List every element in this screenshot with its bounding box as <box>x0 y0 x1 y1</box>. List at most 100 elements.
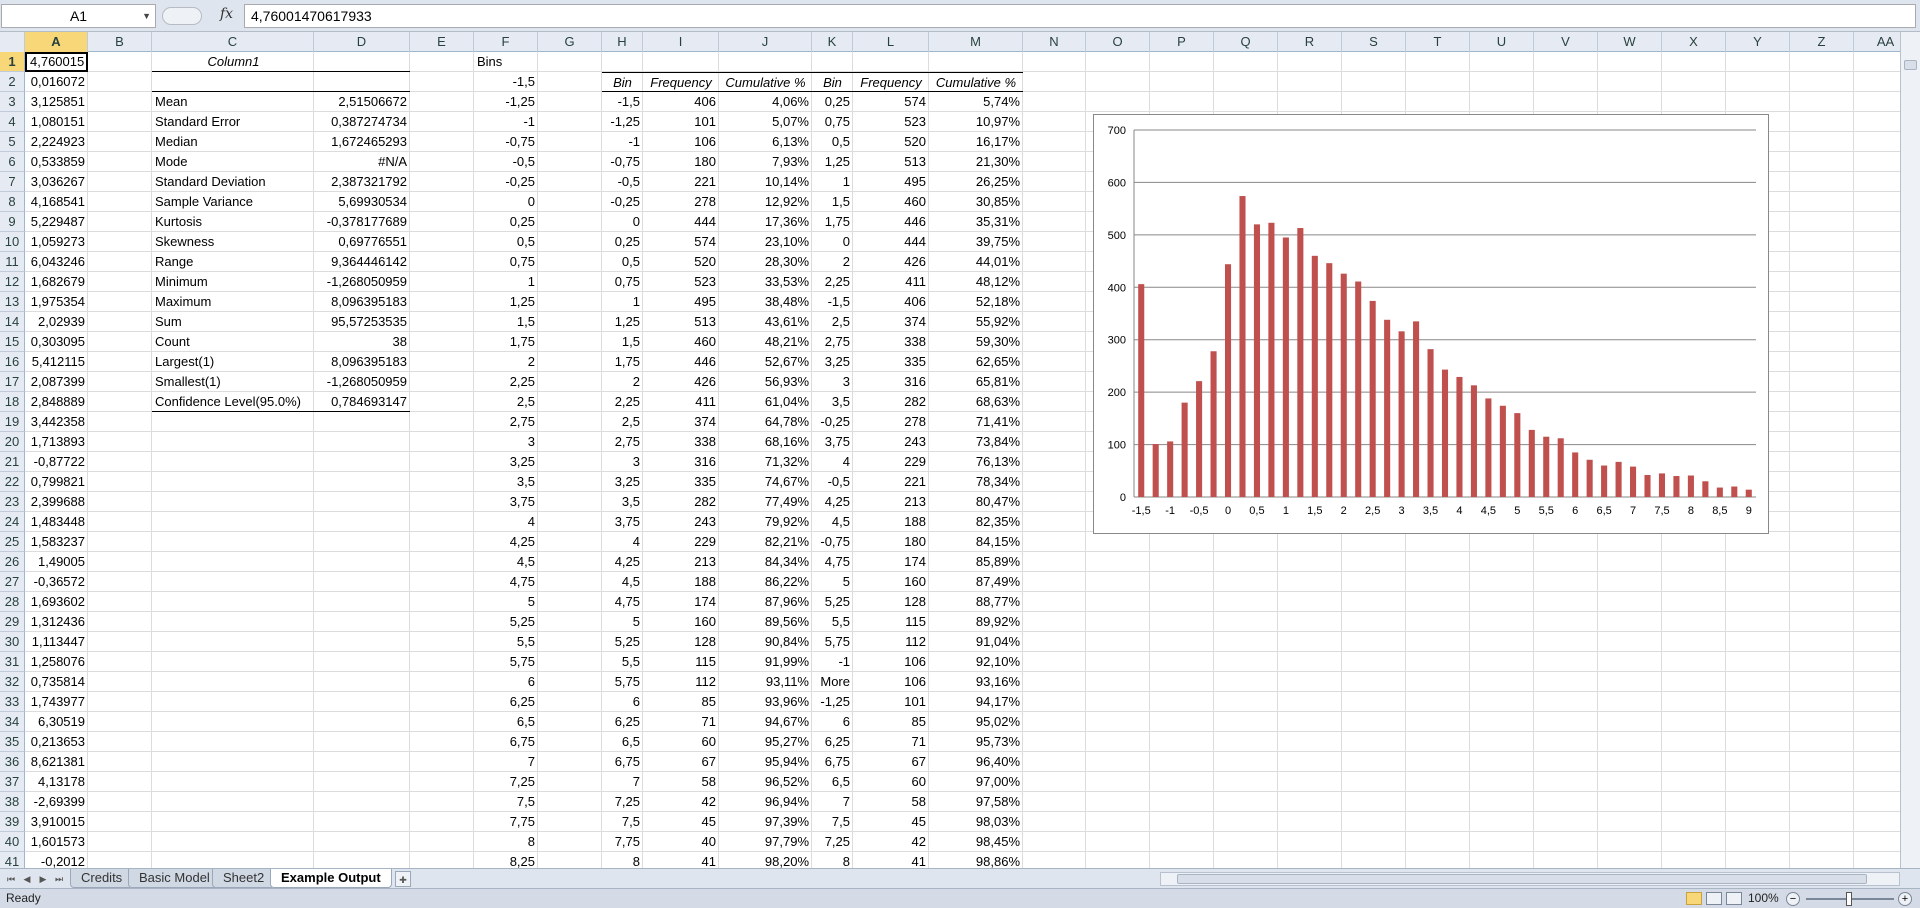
bin-value[interactable]: 4 <box>474 512 538 532</box>
first-sheet-icon[interactable]: ⏮ <box>4 871 18 887</box>
hist-frequency[interactable]: 282 <box>643 492 719 512</box>
hist-frequency[interactable]: 42 <box>643 792 719 812</box>
hist-bin[interactable]: 0,75 <box>602 272 643 292</box>
hist-cumulative[interactable]: 94,67% <box>719 712 812 732</box>
hist-bin[interactable]: 0,25 <box>812 92 853 112</box>
cell-a[interactable]: 3,036267 <box>25 172 88 192</box>
column-header[interactable]: P <box>1150 32 1214 52</box>
hist-frequency[interactable]: 115 <box>643 652 719 672</box>
column-header[interactable]: W <box>1598 32 1662 52</box>
zoom-out-button[interactable]: − <box>1786 892 1800 906</box>
hist-cumulative[interactable]: 93,11% <box>719 672 812 692</box>
hist-frequency[interactable]: 60 <box>643 732 719 752</box>
hist-cumulative[interactable]: 39,75% <box>929 232 1023 252</box>
row-header[interactable]: 23 <box>0 492 25 512</box>
hist-bin[interactable]: 2,25 <box>602 392 643 412</box>
stats-value[interactable]: 2,51506672 <box>314 92 410 112</box>
hist-bin[interactable]: 1,25 <box>812 152 853 172</box>
bin-value[interactable]: 1,25 <box>474 292 538 312</box>
hist-frequency[interactable]: 278 <box>853 412 929 432</box>
hist-frequency[interactable]: 128 <box>643 632 719 652</box>
stats-label[interactable]: Standard Deviation <box>152 172 314 192</box>
stats-value[interactable]: 2,387321792 <box>314 172 410 192</box>
hist-cumulative[interactable]: 56,93% <box>719 372 812 392</box>
hist-cumulative[interactable]: 71,41% <box>929 412 1023 432</box>
row-header[interactable]: 16 <box>0 352 25 372</box>
row-header[interactable]: 25 <box>0 532 25 552</box>
hist-frequency[interactable]: 174 <box>853 552 929 572</box>
hist-frequency[interactable]: 221 <box>643 172 719 192</box>
hist-cumulative[interactable]: 94,17% <box>929 692 1023 712</box>
hist-cumulative[interactable]: 95,02% <box>929 712 1023 732</box>
hist-frequency[interactable]: 495 <box>853 172 929 192</box>
stats-value[interactable]: 95,57253535 <box>314 312 410 332</box>
hist-bin[interactable]: 7,25 <box>812 832 853 852</box>
row-header[interactable]: 36 <box>0 752 25 772</box>
row-header[interactable]: 28 <box>0 592 25 612</box>
worksheet-grid[interactable]: A B C D E F G H I J K L M N O P Q R S T U V W X Y Z AA 1 2 3 4 5 6 7 8 9 10… <box>0 32 1900 868</box>
cell-a[interactable]: 0,016072 <box>25 72 88 92</box>
hist-bin[interactable]: 5 <box>602 612 643 632</box>
bin-value[interactable]: 7,25 <box>474 772 538 792</box>
bin-value[interactable]: 6,5 <box>474 712 538 732</box>
column-header[interactable]: S <box>1342 32 1406 52</box>
hist-cumulative[interactable]: 89,56% <box>719 612 812 632</box>
hist-bin[interactable]: 3,5 <box>602 492 643 512</box>
hist-bin[interactable]: -1,5 <box>602 92 643 112</box>
hist-bin[interactable]: 4 <box>602 532 643 552</box>
hist-frequency[interactable]: 278 <box>643 192 719 212</box>
hist-frequency[interactable]: 160 <box>643 612 719 632</box>
stats-label[interactable]: Mean <box>152 92 314 112</box>
stats-value[interactable]: 0,387274734 <box>314 112 410 132</box>
hist-frequency[interactable]: 335 <box>643 472 719 492</box>
hist-cumulative[interactable]: 80,47% <box>929 492 1023 512</box>
row-header[interactable]: 41 <box>0 852 25 868</box>
cell-a[interactable]: 1,059273 <box>25 232 88 252</box>
cell-a[interactable]: 1,113447 <box>25 632 88 652</box>
hist-bin[interactable]: -1 <box>602 132 643 152</box>
hist-cumulative[interactable]: 64,78% <box>719 412 812 432</box>
hist-bin[interactable]: 2,5 <box>812 312 853 332</box>
hist-bin[interactable]: 1,75 <box>812 212 853 232</box>
column-header[interactable]: V <box>1534 32 1598 52</box>
hist-cumulative[interactable]: 30,85% <box>929 192 1023 212</box>
hist-cumulative[interactable]: 23,10% <box>719 232 812 252</box>
column-header[interactable]: L <box>853 32 929 52</box>
row-header[interactable]: 10 <box>0 232 25 252</box>
hist-header[interactable]: Cumulative % <box>929 72 1023 92</box>
stats-value[interactable]: 0,784693147 <box>314 392 410 412</box>
hist-bin[interactable]: 4,75 <box>812 552 853 572</box>
hist-frequency[interactable]: 174 <box>643 592 719 612</box>
cell-a[interactable]: 3,442358 <box>25 412 88 432</box>
hist-bin[interactable]: 3,75 <box>602 512 643 532</box>
hist-cumulative[interactable]: 16,17% <box>929 132 1023 152</box>
row-header[interactable]: 39 <box>0 812 25 832</box>
hist-frequency[interactable]: 60 <box>853 772 929 792</box>
hist-cumulative[interactable]: 96,52% <box>719 772 812 792</box>
hist-frequency[interactable]: 335 <box>853 352 929 372</box>
hist-cumulative[interactable]: 91,99% <box>719 652 812 672</box>
stats-label[interactable]: Sample Variance <box>152 192 314 212</box>
hist-cumulative[interactable]: 43,61% <box>719 312 812 332</box>
hist-bin[interactable]: 4,25 <box>812 492 853 512</box>
hist-frequency[interactable]: 106 <box>853 652 929 672</box>
column-header[interactable]: C <box>152 32 314 52</box>
hist-frequency[interactable]: 180 <box>643 152 719 172</box>
cell-a[interactable]: 3,125851 <box>25 92 88 112</box>
bin-value[interactable]: 5,25 <box>474 612 538 632</box>
hist-bin[interactable]: 1,5 <box>602 332 643 352</box>
hist-bin[interactable]: -1,25 <box>812 692 853 712</box>
hist-bin[interactable]: 2 <box>602 372 643 392</box>
hist-frequency[interactable]: 112 <box>643 672 719 692</box>
row-header[interactable]: 6 <box>0 152 25 172</box>
bin-value[interactable]: 5,75 <box>474 652 538 672</box>
stats-value[interactable]: -0,378177689 <box>314 212 410 232</box>
horizontal-scrollbar[interactable] <box>1160 872 1900 886</box>
hist-bin[interactable]: 3 <box>602 452 643 472</box>
row-header[interactable]: 17 <box>0 372 25 392</box>
hist-frequency[interactable]: 446 <box>853 212 929 232</box>
hist-bin[interactable]: 6,75 <box>812 752 853 772</box>
column-header[interactable]: H <box>602 32 643 52</box>
row-header[interactable]: 9 <box>0 212 25 232</box>
hist-cumulative[interactable]: 10,97% <box>929 112 1023 132</box>
